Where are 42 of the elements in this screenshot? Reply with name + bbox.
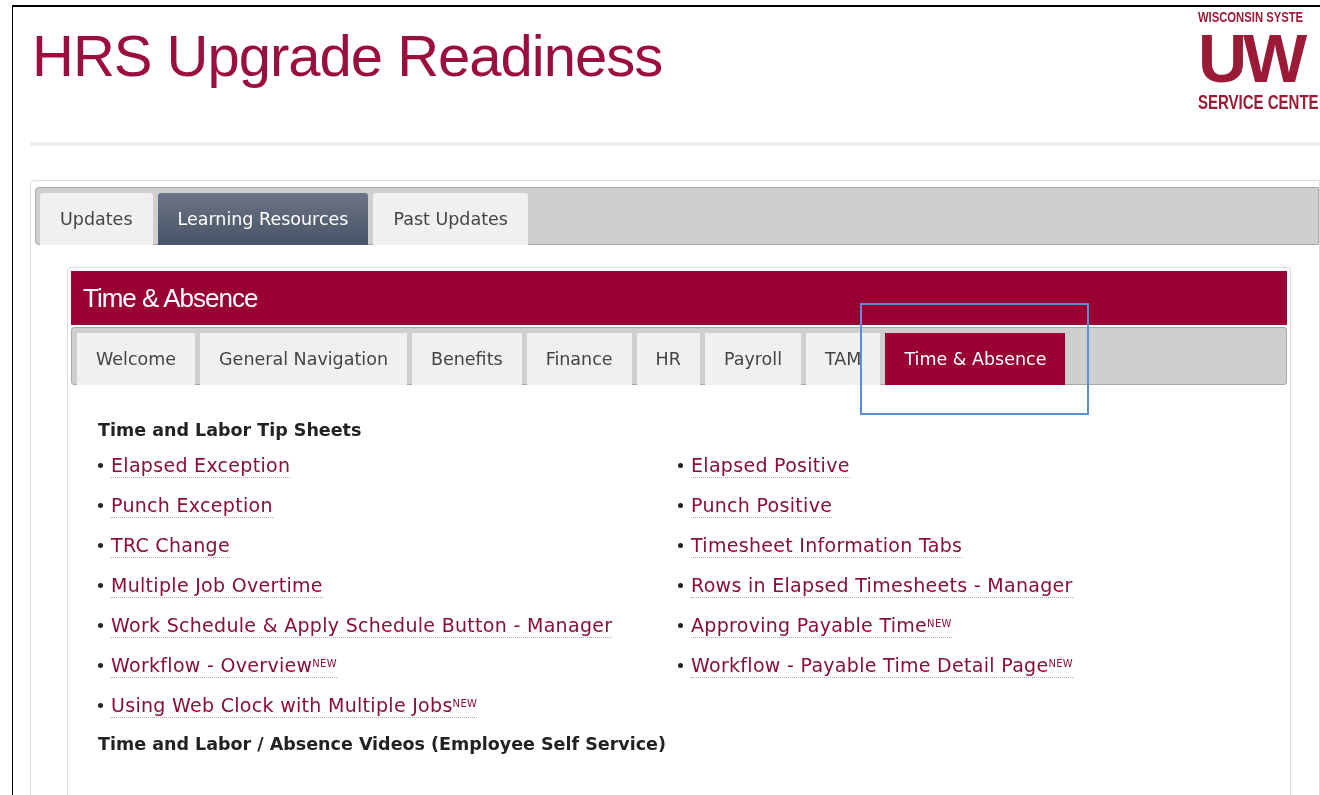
bullet-icon (678, 582, 683, 588)
bullet-icon (98, 662, 103, 668)
tab[interactable]: Finance (526, 333, 632, 385)
bullet-icon (98, 502, 103, 508)
tip-sheet-link[interactable]: Workflow - Overview$^{NEW}$ (111, 652, 337, 678)
tip-sheet-link[interactable]: Multiple Job Overtime (111, 572, 323, 598)
panel-header: Time & Absence (71, 271, 1287, 325)
section-heading: Time and Labor Tip Sheets (98, 419, 363, 442)
page-title: HRS Upgrade Readiness (31, 22, 663, 90)
bullet-icon (678, 622, 683, 628)
tab[interactable]: TAM (806, 333, 881, 385)
bullet-icon (98, 582, 103, 588)
tab[interactable]: General Navigation (200, 333, 407, 385)
tip-sheet-link[interactable]: Punch Exception (111, 492, 273, 518)
tab[interactable]: Learning Resources (157, 193, 369, 245)
tab[interactable]: Updates (40, 193, 153, 245)
bullet-icon (98, 542, 103, 548)
tip-sheet-link[interactable]: TRC Change (111, 532, 230, 558)
tip-sheet-link[interactable]: Using Web Clock with Multiple Jobs$^{NEW}$ (111, 692, 478, 718)
logo: WISCONSIN SYSTE UW SERVICE CENTE (1198, 8, 1320, 113)
bullet-icon (678, 502, 683, 508)
bullet-icon (678, 662, 683, 668)
tab[interactable]: HR (636, 333, 700, 385)
tab[interactable]: Payroll (704, 333, 801, 385)
tip-sheet-link[interactable]: Approving Payable Time$^{NEW}$ (691, 612, 952, 638)
tip-sheet-link[interactable]: Workflow - Payable Time Detail Page$^{NEW}$ (691, 652, 1074, 678)
tip-sheet-link[interactable]: Punch Positive (691, 492, 833, 518)
tip-sheet-link[interactable]: Elapsed Exception (111, 452, 291, 478)
tip-sheet-link[interactable]: Work Schedule & Apply Schedule Button - Manager (111, 612, 613, 638)
bullet-icon (98, 622, 103, 628)
bullet-icon (678, 542, 683, 548)
tab[interactable]: Welcome (77, 333, 196, 385)
tab[interactable]: Benefits (412, 333, 522, 385)
tab[interactable]: Past Updates (373, 193, 528, 245)
section-heading: Time and Labor / Absence Videos (Employee Self Service) (98, 733, 667, 756)
tab[interactable]: Time & Absence (885, 333, 1066, 385)
tip-sheet-link[interactable]: Elapsed Positive (691, 452, 850, 478)
tip-sheet-link[interactable]: Timesheet Information Tabs (691, 532, 963, 558)
bullet-icon (98, 462, 103, 468)
tip-sheet-link[interactable]: Rows in Elapsed Timesheets - Manager (691, 572, 1073, 598)
bullet-icon (98, 702, 103, 708)
bullet-icon (678, 462, 683, 468)
